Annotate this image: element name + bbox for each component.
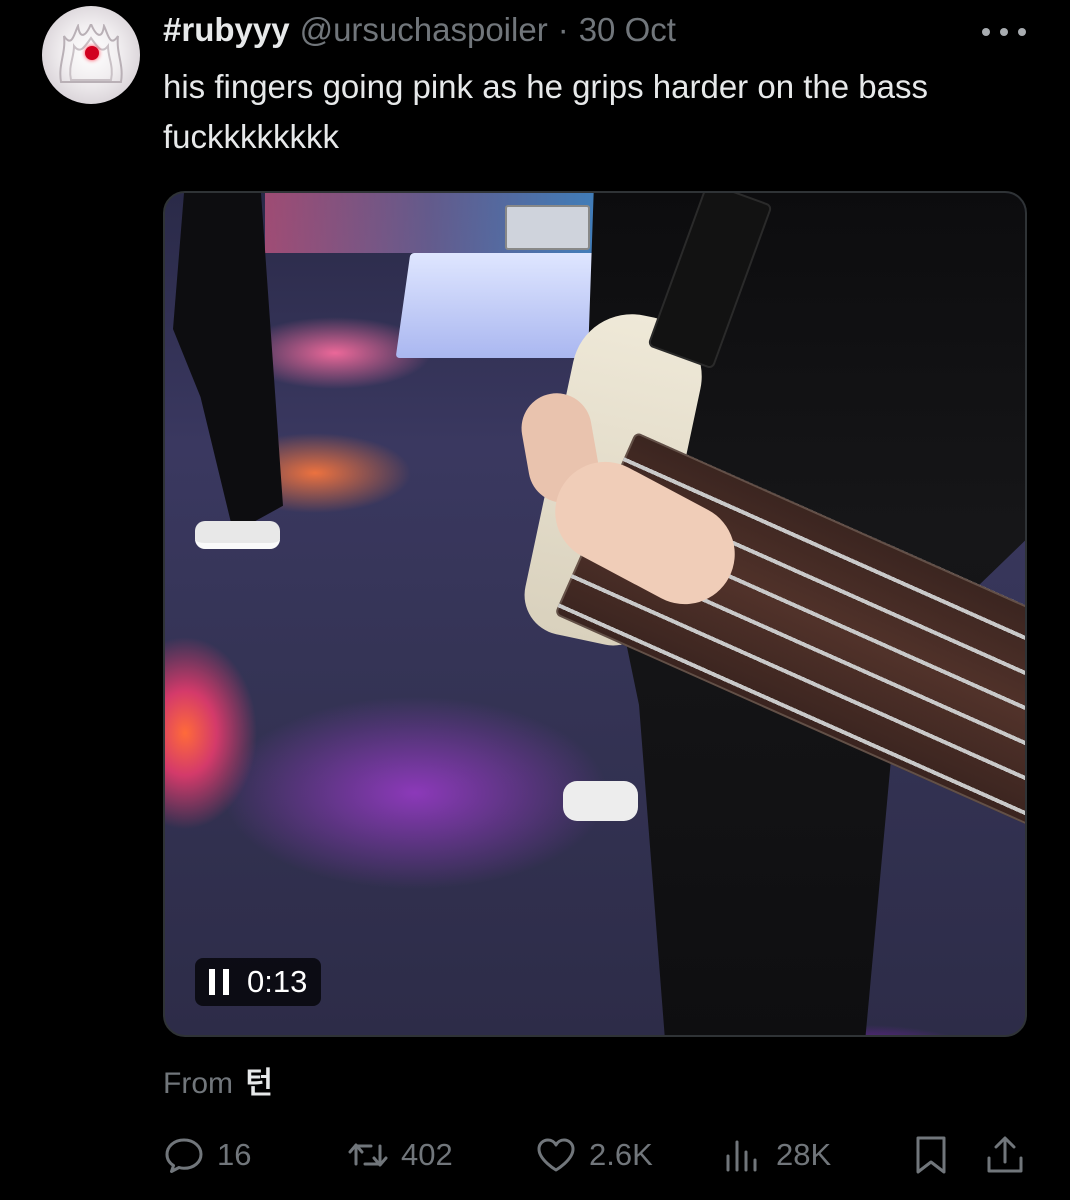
views-icon [726,1140,757,1172]
more-dot [982,28,990,36]
video-shoe [563,781,638,821]
more-icon[interactable] [982,20,1026,44]
red-dot-icon [85,46,99,60]
repost-count: 402 [401,1137,453,1172]
tweet-date[interactable]: 30 Oct [579,11,676,49]
video-equipment-case [505,205,590,250]
user-handle[interactable]: @ursuchaspoiler [300,11,548,49]
from-attribution[interactable]: From 턴 [163,1058,273,1102]
repost-icon [348,1143,388,1167]
video-timer-pill[interactable]: 0:13 [195,958,322,1006]
tweet-header: #rubyyy @ursuchaspoiler · 30 Oct [163,10,676,50]
from-source[interactable]: 턴 [245,1067,273,1100]
pause-bar [223,969,229,995]
video-player[interactable]: 0:13 [163,191,1027,1037]
more-dot [1000,28,1008,36]
reply-button[interactable]: 16 [163,1132,251,1178]
video-time: 0:13 [247,964,308,999]
views-count: 28K [776,1137,832,1172]
like-button[interactable]: 2.6K [535,1132,653,1178]
avatar[interactable] [42,6,140,104]
pause-icon[interactable] [209,969,229,995]
views-button[interactable]: 28K [722,1132,831,1178]
pause-bar [209,969,215,995]
tweet-text: his fingers going pink as he grips harde… [163,68,928,155]
reply-count: 16 [217,1137,252,1172]
repost-button[interactable]: 402 [347,1132,453,1178]
like-icon [537,1138,575,1172]
display-name[interactable]: #rubyyy [163,11,290,49]
more-dot [1018,28,1026,36]
video-shoe [195,521,280,549]
share-icon[interactable] [984,1134,1026,1176]
bookmark-icon[interactable] [910,1134,952,1176]
from-label: From [163,1067,233,1100]
like-count: 2.6K [589,1137,653,1172]
separator: · [557,11,569,48]
reply-icon [165,1138,203,1173]
video-stage-platform [395,253,606,358]
